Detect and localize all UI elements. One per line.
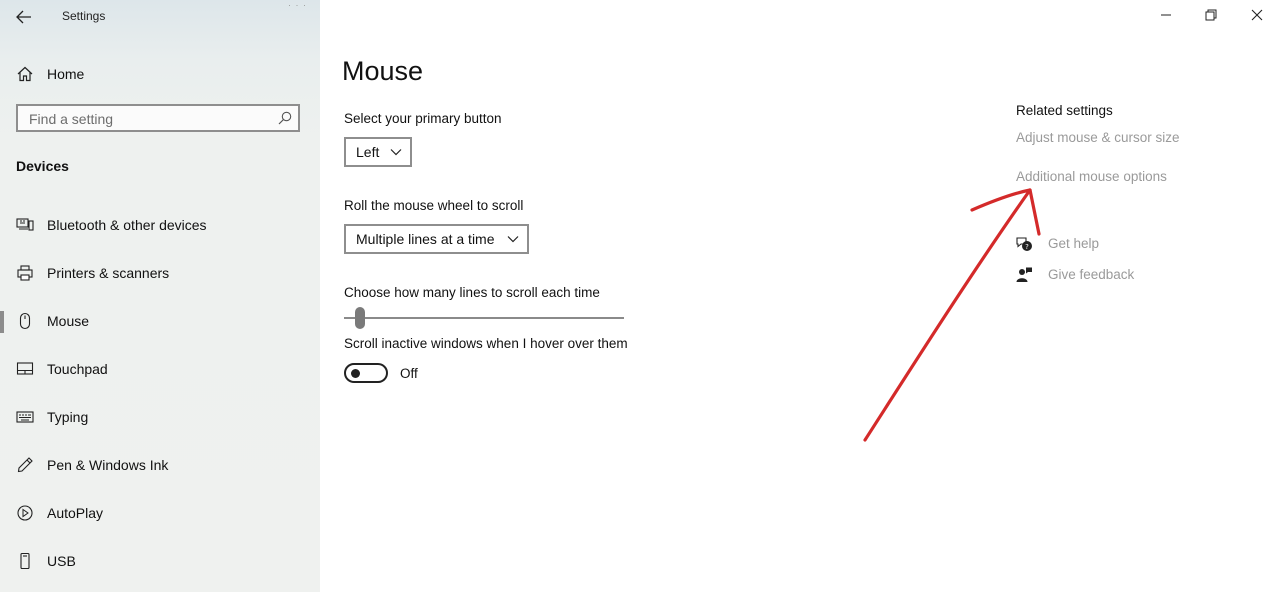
sidebar-item-autoplay[interactable]: AutoPlay: [0, 495, 320, 531]
feedback-person-icon: [1016, 267, 1032, 282]
mouse-icon: [19, 312, 31, 330]
dropdown-value: Left: [356, 144, 380, 160]
chevron-down-icon: [390, 149, 402, 156]
sidebar-item-usb[interactable]: USB: [0, 543, 320, 579]
sidebar-item-home[interactable]: Home: [0, 58, 320, 90]
title-bar: Settings · · ·: [0, 0, 320, 34]
sidebar-item-label: Mouse: [47, 313, 90, 329]
give-feedback-label: Give feedback: [1048, 267, 1135, 282]
svg-text:?: ?: [1025, 243, 1029, 251]
get-help-link[interactable]: ? Get help: [1015, 232, 1215, 256]
sidebar-item-mouse[interactable]: Mouse: [0, 303, 320, 339]
search-input[interactable]: [27, 109, 271, 129]
keyboard-icon: [16, 411, 34, 423]
give-feedback-link[interactable]: Give feedback: [1015, 263, 1215, 287]
search-icon[interactable]: [278, 111, 292, 125]
sidebar-item-printers[interactable]: Printers & scanners: [0, 255, 320, 291]
sidebar-item-label: Bluetooth & other devices: [47, 217, 207, 233]
usb-icon: [20, 552, 30, 570]
pen-icon: [17, 457, 33, 473]
sidebar-item-label: AutoPlay: [47, 505, 104, 521]
get-help-label: Get help: [1048, 236, 1100, 251]
sidebar-item-typing[interactable]: Typing: [0, 399, 320, 435]
printer-icon: [17, 265, 33, 281]
sidebar-item-label: Pen & Windows Ink: [47, 457, 169, 473]
sidebar-item-bluetooth[interactable]: Bluetooth & other devices: [0, 207, 320, 243]
sidebar-item-label: Home: [47, 66, 85, 82]
lines-slider-thumb[interactable]: [354, 307, 365, 329]
restore-button[interactable]: [1197, 4, 1225, 28]
close-button[interactable]: [1243, 4, 1271, 28]
red-arrow-annotation: [863, 188, 1041, 442]
section-title: Devices: [16, 158, 69, 174]
sidebar-item-pen[interactable]: Pen & Windows Ink: [0, 447, 320, 483]
drag-handle-dots: · · ·: [288, 0, 307, 10]
additional-mouse-options-link[interactable]: Additional mouse options: [1016, 169, 1167, 184]
sidebar-item-label: Printers & scanners: [47, 265, 170, 281]
sidebar-item-touchpad[interactable]: Touchpad: [0, 351, 320, 387]
chevron-down-icon: [507, 236, 519, 243]
search-box[interactable]: [16, 104, 300, 132]
sidebar-item-label: USB: [47, 553, 76, 569]
bluetooth-devices-icon: [16, 218, 34, 231]
lines-slider-track[interactable]: [344, 317, 624, 319]
autoplay-icon: [17, 505, 33, 521]
help-chat-icon: ?: [1016, 237, 1032, 251]
minimize-button[interactable]: [1152, 4, 1180, 28]
home-icon: [17, 66, 33, 82]
inactive-scroll-label: Scroll inactive windows when I hover ove…: [344, 336, 628, 351]
sidebar-item-label: Touchpad: [47, 361, 108, 377]
primary-button-dropdown[interactable]: Left: [344, 137, 412, 167]
page-title: Mouse: [342, 56, 424, 86]
adjust-mouse-cursor-link[interactable]: Adjust mouse & cursor size: [1016, 130, 1180, 145]
close-icon: [1251, 9, 1263, 21]
toggle-knob: [351, 369, 360, 378]
back-arrow-icon: [16, 10, 31, 24]
back-button[interactable]: [12, 6, 36, 28]
restore-icon: [1205, 9, 1217, 21]
toggle-state-text: Off: [400, 366, 418, 381]
scroll-label: Roll the mouse wheel to scroll: [344, 198, 524, 213]
related-settings-heading: Related settings: [1016, 103, 1113, 118]
inactive-scroll-toggle[interactable]: [344, 363, 388, 383]
sidebar-item-label: Typing: [47, 409, 89, 425]
primary-button-label: Select your primary button: [344, 111, 502, 126]
touchpad-icon: [16, 362, 34, 375]
scroll-mode-dropdown[interactable]: Multiple lines at a time: [344, 224, 529, 254]
sidebar: Settings · · · Home Devices Bluetooth & …: [0, 0, 320, 592]
minimize-icon: [1161, 14, 1171, 16]
lines-label: Choose how many lines to scroll each tim…: [344, 285, 600, 300]
dropdown-value: Multiple lines at a time: [356, 231, 495, 247]
app-title: Settings: [62, 9, 106, 23]
